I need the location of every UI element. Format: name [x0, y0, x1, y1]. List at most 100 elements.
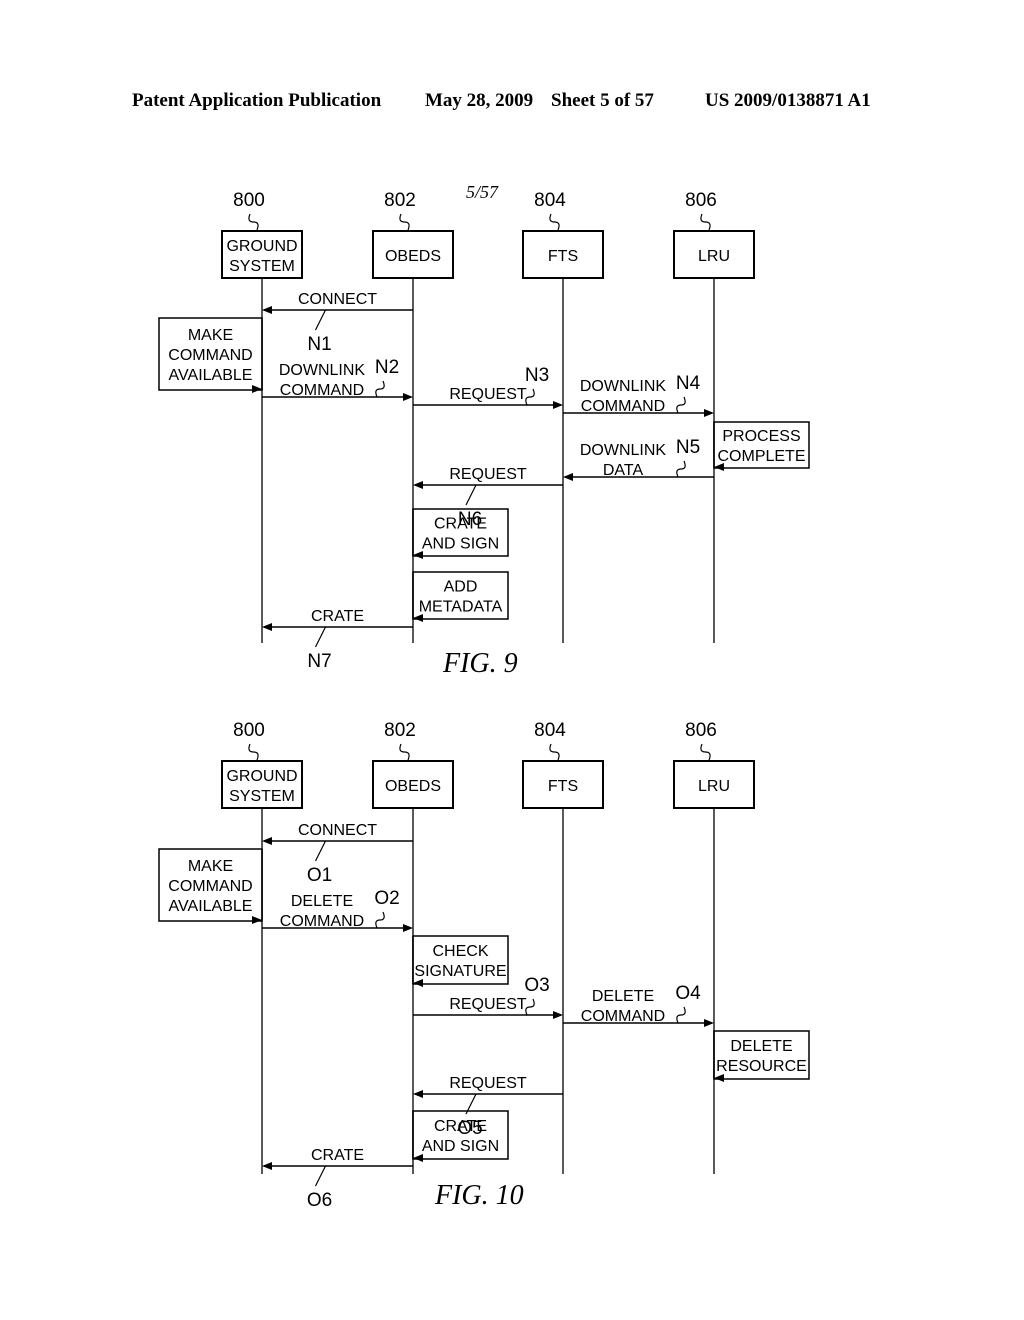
leader-line: [314, 1165, 327, 1187]
actor-label: FTS: [548, 778, 578, 795]
figure-10-caption: FIG. 10: [435, 1180, 524, 1211]
header-date: May 28, 2009: [425, 90, 534, 111]
leader-line: [375, 380, 385, 398]
process-process-complete: PROCESS COMPLETE: [713, 421, 810, 471]
process-label: COMMAND: [168, 347, 252, 364]
message-label: REQUEST: [449, 1075, 527, 1092]
actor-label: SYSTEM: [229, 258, 295, 275]
leader-line: [676, 1006, 686, 1024]
message-n1: CONNECT N1: [262, 291, 413, 355]
actor-lru: 806 LRU: [673, 720, 755, 1174]
leader-line: [676, 396, 686, 414]
message-n7: CRATE N7: [262, 608, 413, 672]
message-ref-number: N7: [307, 651, 331, 672]
message-label: COMMAND: [280, 382, 364, 399]
process-delete-resource: DELETE RESOURCE: [713, 1030, 810, 1082]
arrowhead: [262, 623, 272, 631]
figure-9-sequence-diagram: 800 GROUND SYSTEM 802 OBEDS 804 FTS 806 LRU MAKE C…: [158, 190, 810, 672]
actor-label: OBEDS: [385, 778, 441, 795]
actor-lru: 806 LRU: [673, 190, 755, 643]
leader-line: [465, 484, 477, 506]
actor-ref-number: 802: [384, 190, 416, 211]
arrowhead: [553, 401, 563, 409]
message-label: CRATE: [311, 1147, 364, 1164]
message-o1: CONNECT O1: [262, 822, 413, 886]
message-n4: DOWNLINK COMMAND N4: [563, 373, 714, 417]
message-label: CONNECT: [298, 291, 377, 308]
message-label: DELETE: [592, 988, 654, 1005]
actor-label: LRU: [698, 248, 730, 265]
leader-line: [399, 743, 410, 761]
arrowhead: [413, 481, 423, 489]
actor-ref-number: 802: [384, 720, 416, 741]
process-label: RESOURCE: [716, 1058, 807, 1075]
message-label: CRATE: [311, 608, 364, 625]
process-label: AND SIGN: [422, 1138, 499, 1155]
process-make-command-available: MAKE COMMAND AVAILABLE: [158, 317, 263, 393]
message-label: DOWNLINK: [580, 378, 667, 395]
message-ref-number: O5: [457, 1118, 482, 1139]
actor-ref-number: 804: [534, 190, 566, 211]
leader-line: [399, 213, 410, 231]
process-check-signature: CHECK SIGNATURE: [412, 935, 509, 987]
arrowhead: [704, 409, 714, 417]
leader-line: [525, 388, 535, 406]
process-label: ADD: [444, 579, 478, 596]
message-n2: DOWNLINK COMMAND N2: [262, 357, 413, 401]
message-ref-number: N5: [676, 437, 700, 458]
leader-line: [314, 309, 327, 331]
header-patent-number: US 2009/0138871 A1: [705, 90, 871, 111]
process-label: MAKE: [188, 327, 233, 344]
message-ref-number: O2: [374, 888, 399, 909]
message-label: DELETE: [291, 893, 353, 910]
process-label: MAKE: [188, 858, 233, 875]
actor-label: OBEDS: [385, 248, 441, 265]
actor-ground-system: 800 GROUND SYSTEM: [221, 190, 303, 643]
leader-line: [525, 998, 535, 1016]
figure-9-caption: FIG. 9: [443, 648, 518, 679]
process-make-command-available: MAKE COMMAND AVAILABLE: [158, 848, 263, 924]
leader-line: [375, 911, 385, 929]
arrowhead: [553, 1011, 563, 1019]
message-label: COMMAND: [581, 398, 665, 415]
leader-line: [676, 460, 686, 478]
leader-line: [700, 743, 711, 761]
actor-ref-number: 804: [534, 720, 566, 741]
arrowhead: [563, 473, 573, 481]
leader-line: [248, 213, 259, 231]
message-ref-number: N4: [676, 373, 701, 394]
message-ref-number: N2: [375, 357, 399, 378]
process-label: SIGNATURE: [414, 963, 506, 980]
arrowhead: [262, 306, 272, 314]
arrowhead: [403, 393, 413, 401]
message-label: REQUEST: [449, 386, 527, 403]
message-o2: DELETE COMMAND O2: [262, 888, 413, 932]
actor-label: GROUND: [226, 768, 297, 785]
process-label: CHECK: [432, 943, 488, 960]
actor-ref-number: 806: [685, 720, 717, 741]
message-ref-number: N1: [307, 334, 331, 355]
process-add-metadata: ADD METADATA: [412, 571, 509, 622]
process-label: DELETE: [730, 1038, 792, 1055]
message-label: DOWNLINK: [580, 442, 667, 459]
actor-fts: 804 FTS: [522, 720, 604, 1174]
message-label: COMMAND: [581, 1008, 665, 1025]
message-label: REQUEST: [449, 466, 527, 483]
actor-fts: 804 FTS: [522, 190, 604, 643]
actor-label: GROUND: [226, 238, 297, 255]
process-label: METADATA: [419, 599, 503, 616]
message-label: CONNECT: [298, 822, 377, 839]
leader-line: [700, 213, 711, 231]
arrowhead: [413, 1090, 423, 1098]
process-label: AVAILABLE: [169, 367, 253, 384]
arrowhead: [262, 1162, 272, 1170]
message-n5: DOWNLINK DATA N5: [563, 437, 714, 481]
header-publication: Patent Application Publication: [132, 90, 382, 111]
message-ref-number: N3: [525, 365, 549, 386]
leader-line: [549, 743, 560, 761]
message-ref-number: O3: [524, 975, 549, 996]
leader-line: [314, 626, 327, 648]
message-ref-number: N6: [458, 509, 482, 530]
leader-line: [248, 743, 259, 761]
header-sheet: Sheet 5 of 57: [551, 90, 654, 111]
